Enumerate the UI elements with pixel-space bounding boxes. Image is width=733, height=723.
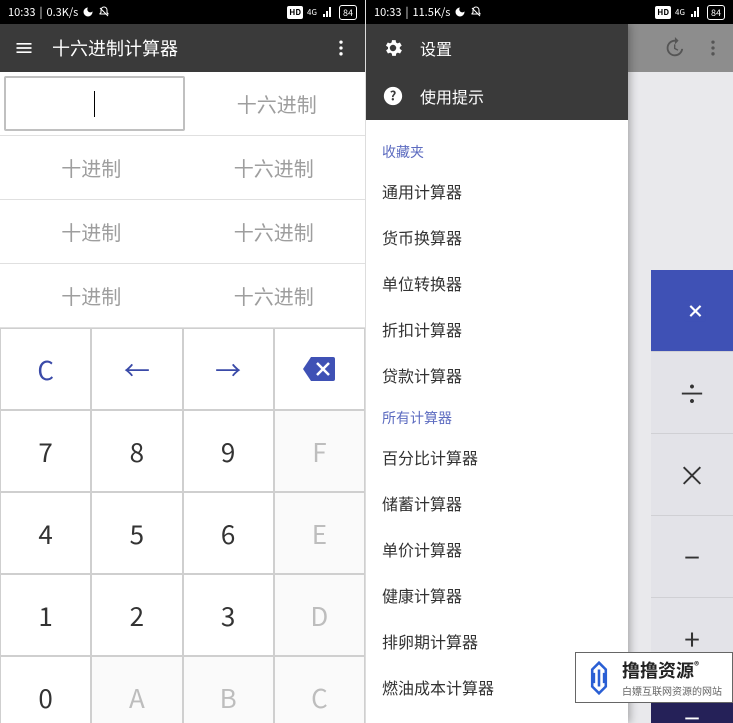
status-net: 0.3K/s (46, 4, 78, 20)
key-9[interactable]: 9 (184, 411, 273, 491)
menu-item[interactable]: 单价计算器 (366, 526, 628, 572)
display-row: 十六进制 (0, 72, 365, 136)
more-icon[interactable] (703, 38, 723, 58)
hamburger-icon[interactable] (12, 38, 36, 58)
drawer-item-settings[interactable]: 设置 (366, 24, 628, 72)
watermark-logo-icon (582, 661, 616, 695)
key-6[interactable]: 6 (184, 493, 273, 573)
menu-item[interactable]: 单位转换器 (366, 260, 628, 306)
status-bar-right: 10:33 | 11.5K/s HD 4G 84 (366, 0, 733, 24)
display-row: 十进制 十六进制 (0, 200, 365, 264)
menu-item[interactable]: 储蓄计算器 (366, 480, 628, 526)
menu-item[interactable]: 百分比计算器 (366, 434, 628, 480)
op-multiply[interactable]: × (651, 434, 733, 516)
key-2[interactable]: 2 (92, 575, 181, 655)
hex-input[interactable] (4, 76, 185, 131)
key-clear[interactable]: C (1, 329, 90, 409)
menu-item[interactable]: 折扣计算器 (366, 306, 628, 352)
watermark-sub: 白嫖互联网资源的网站 (622, 683, 722, 698)
drawer-header: 设置 ? 使用提示 (366, 24, 628, 120)
moon-icon (454, 6, 466, 18)
signal-icon (321, 6, 335, 18)
key-c[interactable]: C (275, 657, 364, 723)
phone-right: 10:33 | 11.5K/s HD 4G 84 ÷ × − (366, 0, 733, 723)
drawer-body: 收藏夹 通用计算器 货币换算器 单位转换器 折扣计算器 贷款计算器 所有计算器 … (366, 120, 628, 723)
menu-item[interactable]: 货币换算器 (366, 214, 628, 260)
display-label[interactable]: 十进制 (0, 264, 183, 327)
status-net: 11.5K/s (412, 4, 450, 20)
moon-icon (82, 6, 94, 18)
mute-icon (98, 6, 110, 18)
op-backspace[interactable] (651, 270, 733, 352)
help-icon: ? (382, 85, 404, 107)
display-label[interactable]: 十六进制 (189, 72, 366, 135)
gear-icon (382, 37, 404, 59)
display-label[interactable]: 十进制 (0, 200, 183, 263)
status-time: 10:33 (374, 4, 401, 20)
key-3[interactable]: 3 (184, 575, 273, 655)
key-1[interactable]: 1 (1, 575, 90, 655)
key-left[interactable]: ← (92, 329, 181, 409)
display-label[interactable]: 十六进制 (183, 136, 366, 199)
status-time: 10:33 (8, 4, 35, 20)
display-rows: 十六进制 十进制 十六进制 十进制 十六进制 十进制 十六进制 (0, 72, 365, 328)
key-backspace[interactable] (275, 329, 364, 409)
drawer-label: 设置 (420, 36, 452, 60)
display-row: 十进制 十六进制 (0, 136, 365, 200)
phone-left: 10:33 | 0.3K/s HD 4G 84 十六进制计算器 (0, 0, 366, 723)
hd-icon: HD (655, 6, 671, 19)
key-b[interactable]: B (184, 657, 273, 723)
key-e[interactable]: E (275, 493, 364, 573)
watermark: 撸撸资源® 白嫖互联网资源的网站 (575, 652, 733, 703)
keypad: C ← → 7 8 9 F 4 5 6 E 1 2 3 D 0 A B C (0, 328, 365, 723)
svg-text:?: ? (390, 86, 397, 105)
op-minus[interactable]: − (651, 516, 733, 598)
display-label[interactable]: 十六进制 (183, 264, 366, 327)
drawer-label: 使用提示 (420, 84, 484, 108)
key-4[interactable]: 4 (1, 493, 90, 573)
key-7[interactable]: 7 (1, 411, 90, 491)
mute-icon (470, 6, 482, 18)
op-divide[interactable]: ÷ (651, 352, 733, 434)
key-d[interactable]: D (275, 575, 364, 655)
drawer-item-help[interactable]: ? 使用提示 (366, 72, 628, 120)
watermark-main: 撸撸资源 (622, 657, 694, 683)
display-row: 十进制 十六进制 (0, 264, 365, 328)
key-a[interactable]: A (92, 657, 181, 723)
nav-drawer: 设置 ? 使用提示 收藏夹 通用计算器 货币换算器 单位转换器 折扣计算器 贷款… (366, 24, 628, 723)
status-bar-left: 10:33 | 0.3K/s HD 4G 84 (0, 0, 365, 24)
section-header-all: 所有计算器 (366, 398, 628, 434)
menu-item[interactable]: 燃油效率计算器 (366, 710, 628, 723)
more-icon[interactable] (329, 38, 353, 58)
battery-icon: 84 (339, 5, 357, 20)
hd-icon: HD (287, 6, 303, 19)
key-8[interactable]: 8 (92, 411, 181, 491)
key-0[interactable]: 0 (1, 657, 90, 723)
section-header-fav: 收藏夹 (366, 132, 628, 168)
signal-icon (689, 6, 703, 18)
menu-item[interactable]: 贷款计算器 (366, 352, 628, 398)
display-label[interactable]: 十六进制 (183, 200, 366, 263)
page-title: 十六进制计算器 (36, 35, 329, 61)
menu-item[interactable]: 通用计算器 (366, 168, 628, 214)
history-icon[interactable] (663, 37, 685, 59)
key-5[interactable]: 5 (92, 493, 181, 573)
display-label[interactable]: 十进制 (0, 136, 183, 199)
menu-item[interactable]: 健康计算器 (366, 572, 628, 618)
battery-icon: 84 (707, 5, 725, 20)
key-f[interactable]: F (275, 411, 364, 491)
appbar-left: 十六进制计算器 (0, 24, 365, 72)
key-right[interactable]: → (184, 329, 273, 409)
